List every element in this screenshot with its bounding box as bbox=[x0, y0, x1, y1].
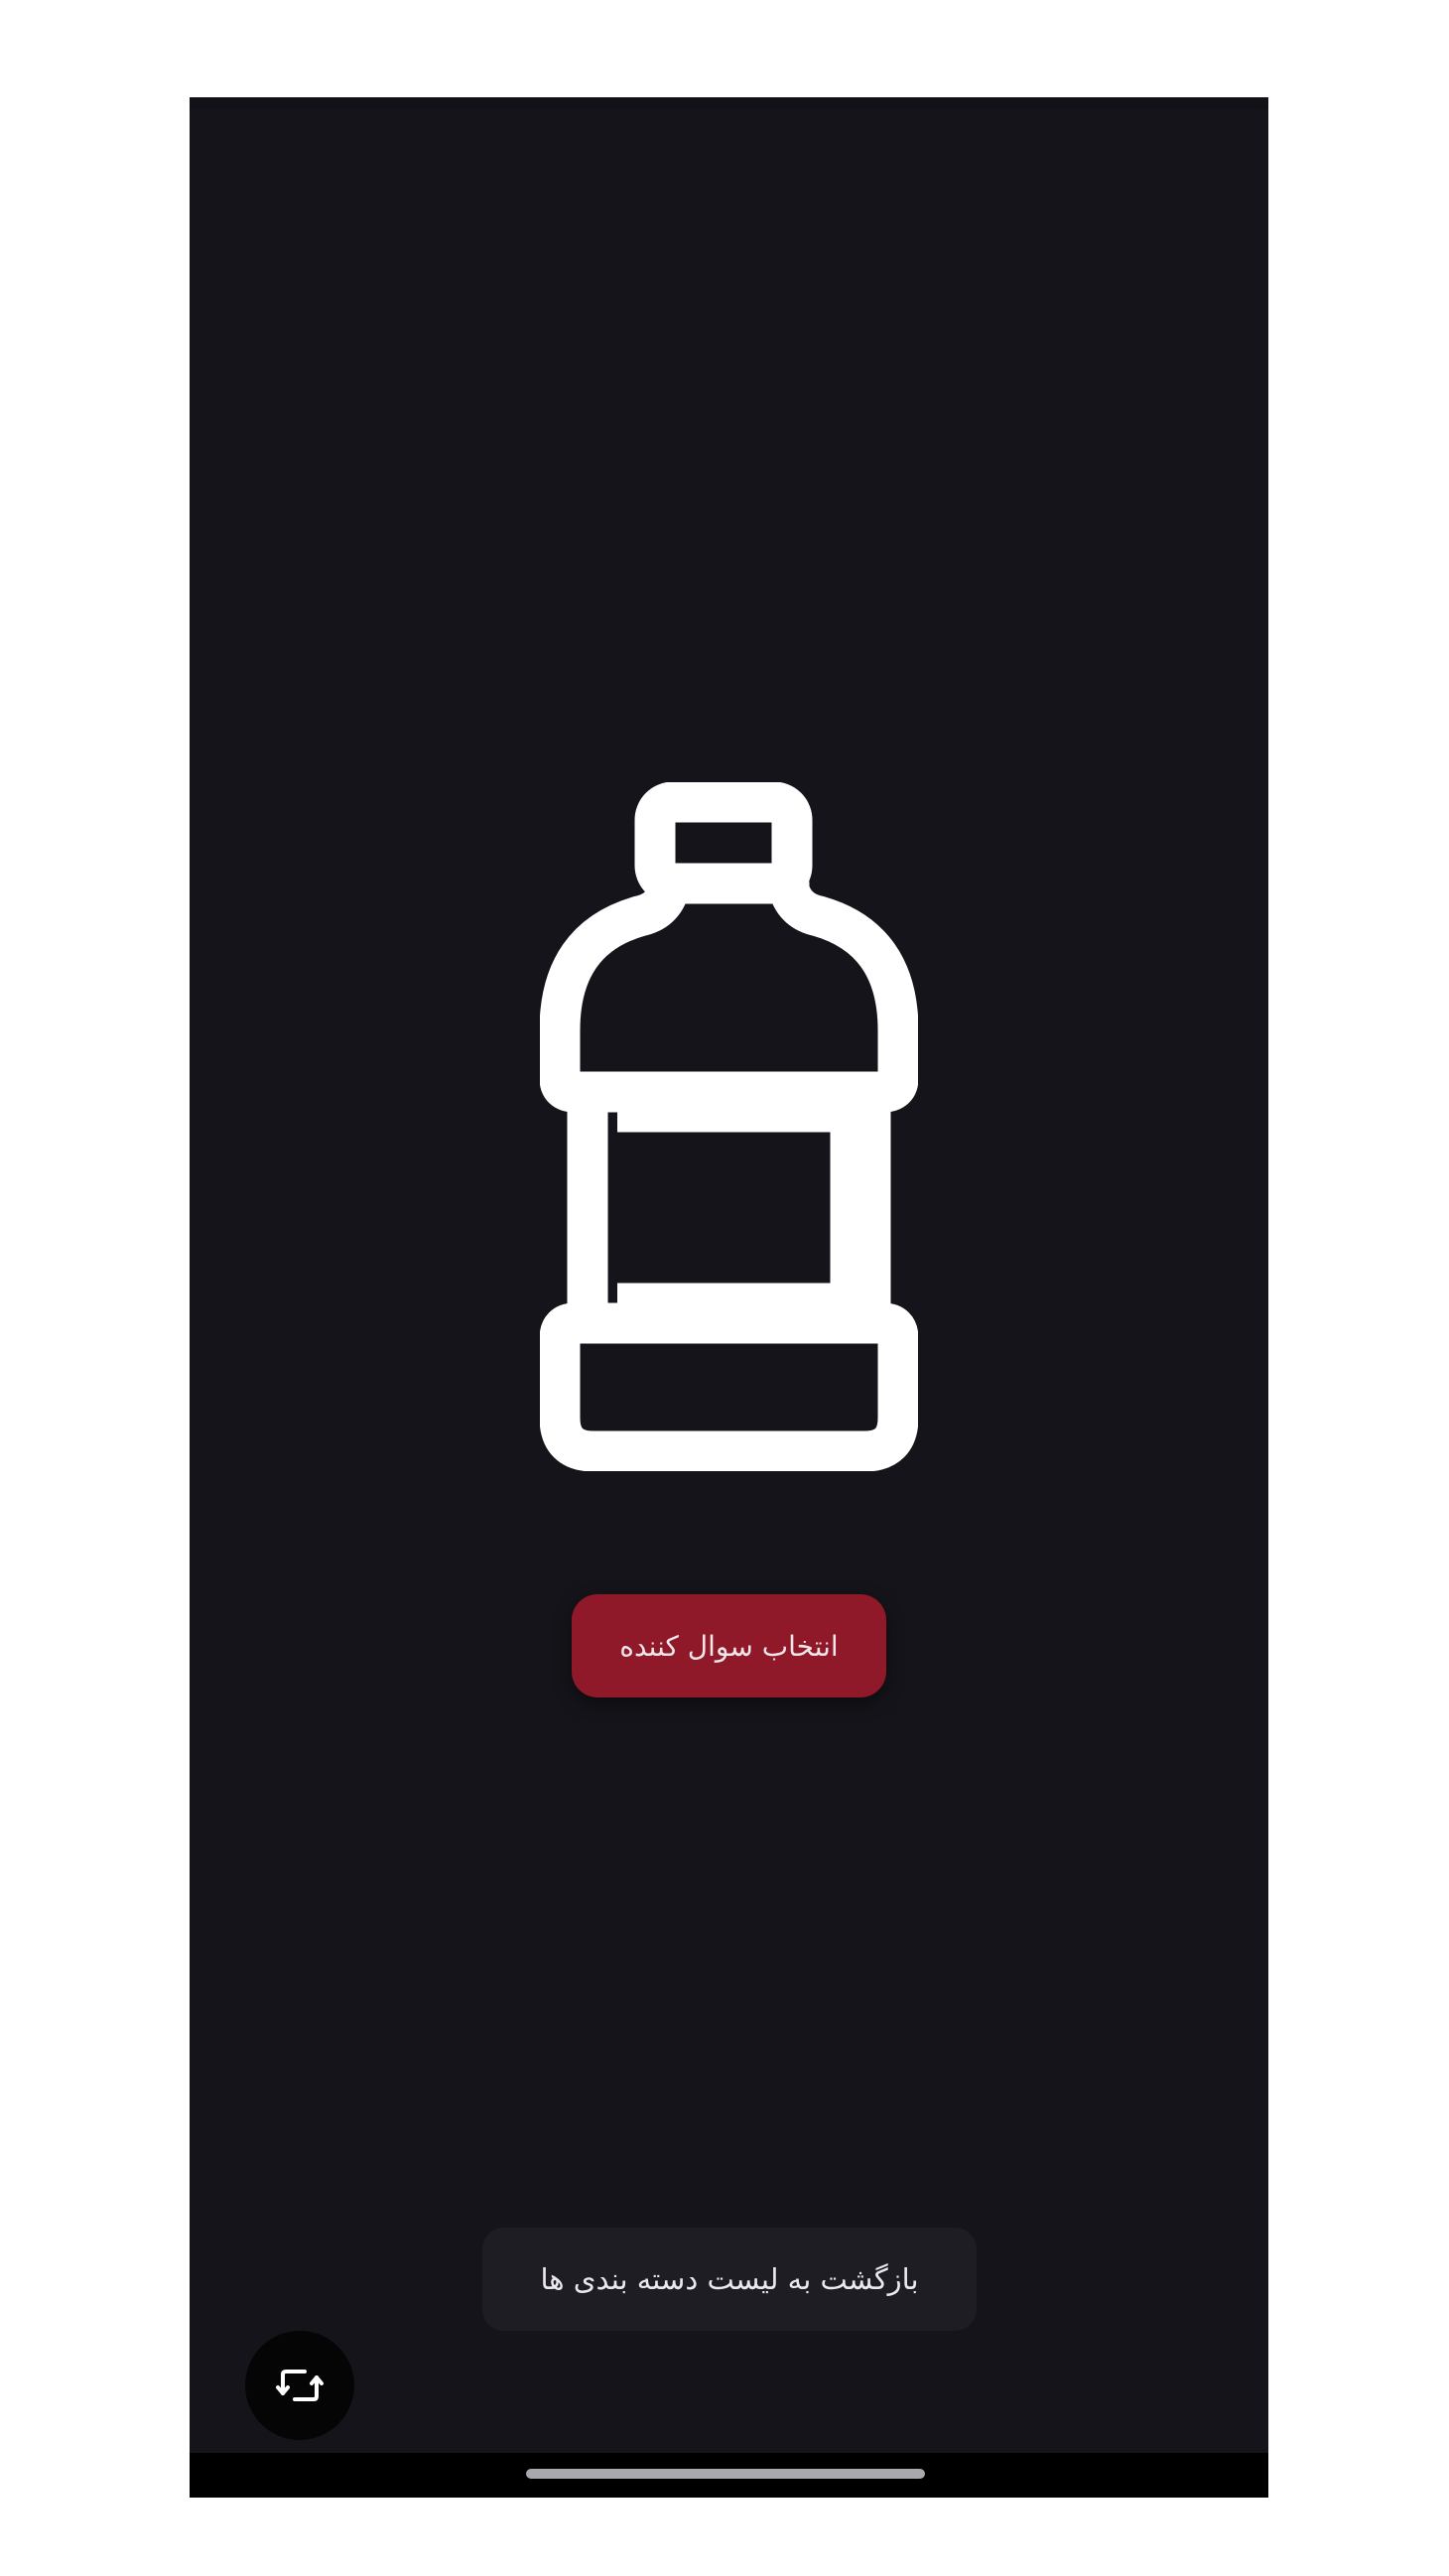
status-bar bbox=[190, 97, 1268, 109]
swap-button[interactable] bbox=[245, 2331, 354, 2440]
app-screen: انتخاب سوال کننده بازگشت به لیست دسته بن… bbox=[190, 97, 1268, 2498]
bottle-icon bbox=[540, 782, 918, 1471]
home-indicator[interactable] bbox=[526, 2469, 925, 2479]
swap-rotate-icon bbox=[275, 2361, 325, 2410]
select-questioner-button[interactable]: انتخاب سوال کننده bbox=[572, 1594, 886, 1697]
back-to-categories-button[interactable]: بازگشت به لیست دسته بندی ها bbox=[482, 2228, 977, 2331]
